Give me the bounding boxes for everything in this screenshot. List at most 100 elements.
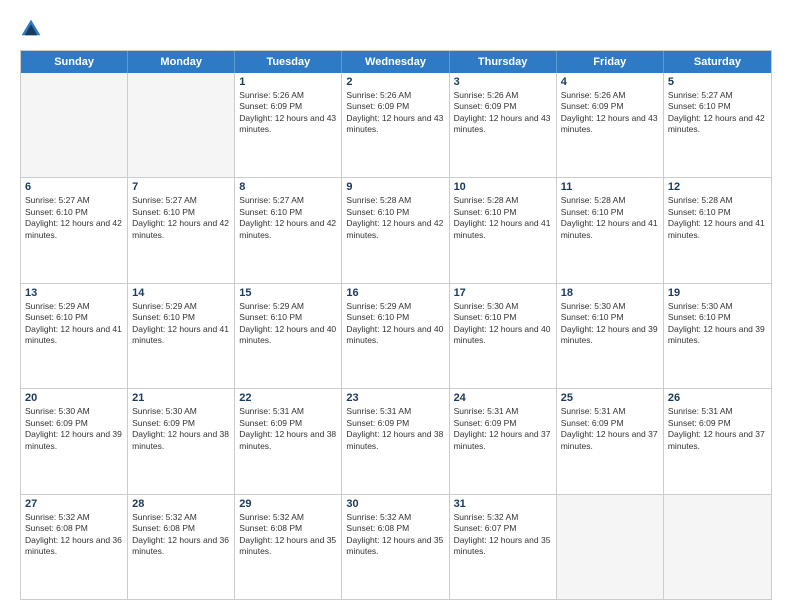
calendar-cell: 20 Sunrise: 5:30 AM Sunset: 6:09 PM Dayli… bbox=[21, 389, 128, 493]
day-number: 11 bbox=[561, 181, 659, 193]
cell-text: Sunrise: 5:28 AM Sunset: 6:10 PM Dayligh… bbox=[454, 195, 552, 241]
calendar-cell: 21 Sunrise: 5:30 AM Sunset: 6:09 PM Dayli… bbox=[128, 389, 235, 493]
cell-text: Sunrise: 5:27 AM Sunset: 6:10 PM Dayligh… bbox=[239, 195, 337, 241]
calendar-row: 1 Sunrise: 5:26 AM Sunset: 6:09 PM Daylig… bbox=[21, 73, 771, 178]
calendar-cell: 23 Sunrise: 5:31 AM Sunset: 6:09 PM Dayli… bbox=[342, 389, 449, 493]
logo bbox=[20, 18, 46, 40]
calendar-cell: 29Sunrise: 5:32 AM Sunset: 6:08 PM Dayli… bbox=[235, 495, 342, 599]
cell-text: Sunrise: 5:30 AM Sunset: 6:10 PM Dayligh… bbox=[561, 301, 659, 347]
header-day-wednesday: Wednesday bbox=[342, 51, 449, 73]
cell-text: Sunrise: 5:30 AM Sunset: 6:09 PM Dayligh… bbox=[25, 406, 123, 452]
day-number: 19 bbox=[668, 287, 767, 299]
day-number: 4 bbox=[561, 76, 659, 88]
header-day-saturday: Saturday bbox=[664, 51, 771, 73]
calendar-cell: 25Sunrise: 5:31 AM Sunset: 6:09 PM Dayli… bbox=[557, 389, 664, 493]
day-number: 7 bbox=[132, 181, 230, 193]
calendar-cell: 30Sunrise: 5:32 AM Sunset: 6:08 PM Dayli… bbox=[342, 495, 449, 599]
cell-text: Sunrise: 5:27 AM Sunset: 6:10 PM Dayligh… bbox=[132, 195, 230, 241]
cell-text: Sunrise: 5:26 AM Sunset: 6:09 PM Dayligh… bbox=[561, 90, 659, 136]
day-number: 20 bbox=[25, 392, 123, 404]
cell-text: Sunrise: 5:29 AM Sunset: 6:10 PM Dayligh… bbox=[239, 301, 337, 347]
calendar-row: 20 Sunrise: 5:30 AM Sunset: 6:09 PM Dayli… bbox=[21, 389, 771, 494]
calendar-cell: 6Sunrise: 5:27 AM Sunset: 6:10 PM Daylig… bbox=[21, 178, 128, 282]
calendar-cell bbox=[664, 495, 771, 599]
calendar-row: 6 Sunrise: 5:27 AM Sunset: 6:10 PM Daylig… bbox=[21, 178, 771, 283]
calendar-cell: 28 Sunrise: 5:32 AM Sunset: 6:08 PM Dayli… bbox=[128, 495, 235, 599]
calendar-cell bbox=[557, 495, 664, 599]
calendar-cell: 7 Sunrise: 5:27 AM Sunset: 6:10 PM Daylig… bbox=[128, 178, 235, 282]
day-number: 1 bbox=[239, 76, 337, 88]
cell-text: Sunrise: 5:28 AM Sunset: 6:10 PM Dayligh… bbox=[668, 195, 767, 241]
calendar-cell: 5 Sunrise: 5:27 AM Sunset: 6:10 PM Daylig… bbox=[664, 73, 771, 177]
calendar-cell: 19 Sunrise: 5:30 AM Sunset: 6:10 PM Dayli… bbox=[664, 284, 771, 388]
calendar-cell: 26Sunrise: 5:31 AM Sunset: 6:09 PM Dayli… bbox=[664, 389, 771, 493]
header bbox=[20, 18, 772, 40]
calendar-row: 27 Sunrise: 5:32 AM Sunset: 6:08 PM Dayli… bbox=[21, 495, 771, 599]
day-number: 6 bbox=[25, 181, 123, 193]
calendar-cell: 31 Sunrise: 5:32 AM Sunset: 6:07 PM Dayli… bbox=[450, 495, 557, 599]
cell-text: Sunrise: 5:32 AM Sunset: 6:08 PM Dayligh… bbox=[239, 512, 337, 558]
day-number: 21 bbox=[132, 392, 230, 404]
cell-text: Sunrise: 5:26 AM Sunset: 6:09 PM Dayligh… bbox=[454, 90, 552, 136]
day-number: 28 bbox=[132, 498, 230, 510]
day-number: 8 bbox=[239, 181, 337, 193]
day-number: 15 bbox=[239, 287, 337, 299]
calendar: SundayMondayTuesdayWednesdayThursdayFrid… bbox=[20, 50, 772, 600]
header-day-friday: Friday bbox=[557, 51, 664, 73]
cell-text: Sunrise: 5:29 AM Sunset: 6:10 PM Dayligh… bbox=[346, 301, 444, 347]
cell-text: Sunrise: 5:31 AM Sunset: 6:09 PM Dayligh… bbox=[346, 406, 444, 452]
cell-text: Sunrise: 5:32 AM Sunset: 6:08 PM Dayligh… bbox=[346, 512, 444, 558]
header-day-tuesday: Tuesday bbox=[235, 51, 342, 73]
day-number: 16 bbox=[346, 287, 444, 299]
cell-text: Sunrise: 5:31 AM Sunset: 6:09 PM Dayligh… bbox=[239, 406, 337, 452]
day-number: 9 bbox=[346, 181, 444, 193]
day-number: 26 bbox=[668, 392, 767, 404]
cell-text: Sunrise: 5:26 AM Sunset: 6:09 PM Dayligh… bbox=[239, 90, 337, 136]
cell-text: Sunrise: 5:26 AM Sunset: 6:09 PM Dayligh… bbox=[346, 90, 444, 136]
calendar-cell bbox=[128, 73, 235, 177]
calendar-cell: 2Sunrise: 5:26 AM Sunset: 6:09 PM Daylig… bbox=[342, 73, 449, 177]
calendar-row: 13 Sunrise: 5:29 AM Sunset: 6:10 PM Dayli… bbox=[21, 284, 771, 389]
day-number: 22 bbox=[239, 392, 337, 404]
cell-text: Sunrise: 5:32 AM Sunset: 6:07 PM Dayligh… bbox=[454, 512, 552, 558]
day-number: 5 bbox=[668, 76, 767, 88]
calendar-cell: 9 Sunrise: 5:28 AM Sunset: 6:10 PM Daylig… bbox=[342, 178, 449, 282]
cell-text: Sunrise: 5:30 AM Sunset: 6:10 PM Dayligh… bbox=[668, 301, 767, 347]
cell-text: Sunrise: 5:28 AM Sunset: 6:10 PM Dayligh… bbox=[346, 195, 444, 241]
cell-text: Sunrise: 5:32 AM Sunset: 6:08 PM Dayligh… bbox=[132, 512, 230, 558]
day-number: 10 bbox=[454, 181, 552, 193]
day-number: 31 bbox=[454, 498, 552, 510]
calendar-cell: 27Sunrise: 5:32 AM Sunset: 6:08 PM Dayli… bbox=[21, 495, 128, 599]
day-number: 3 bbox=[454, 76, 552, 88]
cell-text: Sunrise: 5:30 AM Sunset: 6:09 PM Dayligh… bbox=[132, 406, 230, 452]
day-number: 17 bbox=[454, 287, 552, 299]
cell-text: Sunrise: 5:27 AM Sunset: 6:10 PM Dayligh… bbox=[668, 90, 767, 136]
calendar-cell: 15 Sunrise: 5:29 AM Sunset: 6:10 PM Dayli… bbox=[235, 284, 342, 388]
day-number: 24 bbox=[454, 392, 552, 404]
calendar-cell: 11 Sunrise: 5:28 AM Sunset: 6:10 PM Dayli… bbox=[557, 178, 664, 282]
cell-text: Sunrise: 5:29 AM Sunset: 6:10 PM Dayligh… bbox=[25, 301, 123, 347]
cell-text: Sunrise: 5:31 AM Sunset: 6:09 PM Dayligh… bbox=[561, 406, 659, 452]
cell-text: Sunrise: 5:30 AM Sunset: 6:10 PM Dayligh… bbox=[454, 301, 552, 347]
cell-text: Sunrise: 5:29 AM Sunset: 6:10 PM Dayligh… bbox=[132, 301, 230, 347]
calendar-cell: 24 Sunrise: 5:31 AM Sunset: 6:09 PM Dayli… bbox=[450, 389, 557, 493]
calendar-cell: 18 Sunrise: 5:30 AM Sunset: 6:10 PM Dayli… bbox=[557, 284, 664, 388]
day-number: 14 bbox=[132, 287, 230, 299]
calendar-cell: 10 Sunrise: 5:28 AM Sunset: 6:10 PM Dayli… bbox=[450, 178, 557, 282]
calendar-cell: 22 Sunrise: 5:31 AM Sunset: 6:09 PM Dayli… bbox=[235, 389, 342, 493]
header-day-monday: Monday bbox=[128, 51, 235, 73]
calendar-cell bbox=[21, 73, 128, 177]
calendar-cell: 3 Sunrise: 5:26 AM Sunset: 6:09 PM Daylig… bbox=[450, 73, 557, 177]
calendar-cell: 12 Sunrise: 5:28 AM Sunset: 6:10 PM Dayli… bbox=[664, 178, 771, 282]
cell-text: Sunrise: 5:28 AM Sunset: 6:10 PM Dayligh… bbox=[561, 195, 659, 241]
calendar-cell: 17 Sunrise: 5:30 AM Sunset: 6:10 PM Dayli… bbox=[450, 284, 557, 388]
cell-text: Sunrise: 5:31 AM Sunset: 6:09 PM Dayligh… bbox=[454, 406, 552, 452]
day-number: 12 bbox=[668, 181, 767, 193]
calendar-cell: 14 Sunrise: 5:29 AM Sunset: 6:10 PM Dayli… bbox=[128, 284, 235, 388]
day-number: 18 bbox=[561, 287, 659, 299]
logo-icon bbox=[20, 18, 42, 40]
calendar-header: SundayMondayTuesdayWednesdayThursdayFrid… bbox=[21, 51, 771, 73]
day-number: 27 bbox=[25, 498, 123, 510]
day-number: 13 bbox=[25, 287, 123, 299]
day-number: 23 bbox=[346, 392, 444, 404]
